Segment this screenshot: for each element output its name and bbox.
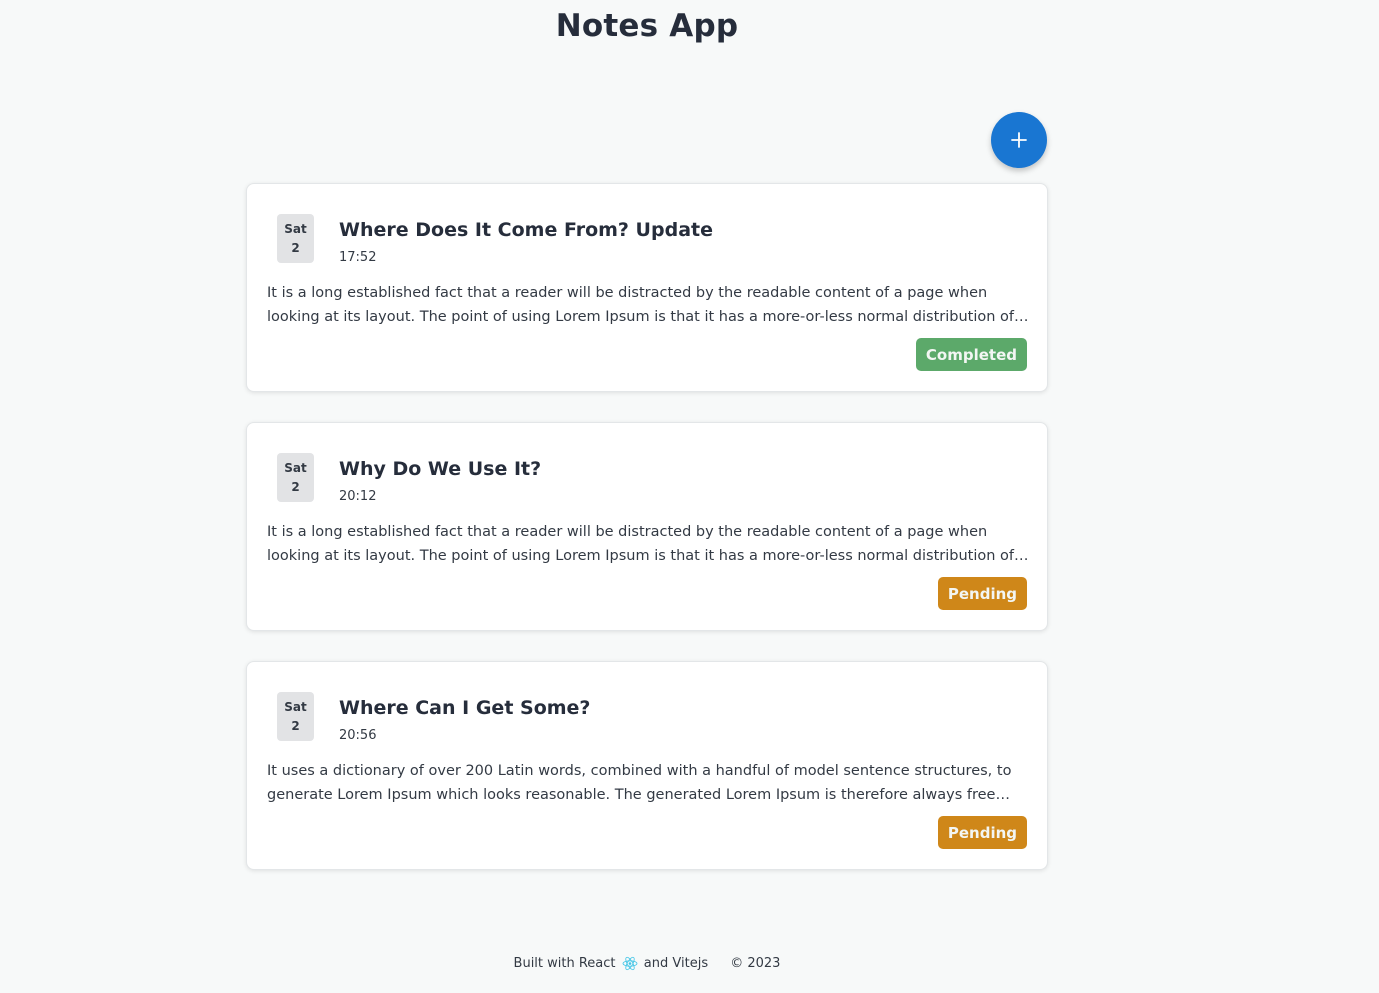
note-time: 17:52 [339, 250, 377, 265]
date-badge: Sat 2 [277, 453, 314, 502]
note-title: Where Does It Come From? Update [339, 219, 713, 241]
date-number: 2 [291, 240, 300, 255]
status-badge[interactable]: Pending [937, 816, 1027, 849]
note-card[interactable]: Sat 2 Why Do We Use It? 20:12 It is a lo… [246, 422, 1048, 631]
footer-and-vitejs: and Vitejs [643, 956, 709, 971]
date-number: 2 [291, 718, 300, 733]
date-badge: Sat 2 [277, 214, 314, 263]
footer-built-with: Built with React [513, 956, 616, 971]
date-day: Sat [284, 221, 307, 236]
add-note-button[interactable] [991, 112, 1047, 168]
note-time: 20:12 [339, 489, 377, 504]
footer: Built with React and Vitejs © 2023 [0, 956, 1294, 971]
plus-icon [1011, 132, 1027, 148]
note-body: It uses a dictionary of over 200 Latin w… [267, 763, 1012, 803]
footer-copyright: © 2023 [730, 956, 781, 971]
note-title: Why Do We Use It? [339, 458, 542, 480]
note-card[interactable]: Sat 2 Where Does It Come From? Update 17… [246, 183, 1048, 392]
date-day: Sat [284, 699, 307, 714]
status-badge[interactable]: Completed [915, 338, 1027, 371]
date-day: Sat [284, 460, 307, 475]
notes-list: Sat 2 Where Does It Come From? Update 17… [246, 183, 1048, 900]
page-title: Notes App [555, 8, 739, 44]
note-card[interactable]: Sat 2 Where Can I Get Some? 20:56 It use… [246, 661, 1048, 870]
note-body: It is a long established fact that a rea… [267, 524, 1014, 564]
react-logo-icon [622, 956, 638, 971]
note-time: 20:56 [339, 728, 377, 743]
date-badge: Sat 2 [277, 692, 314, 741]
status-badge[interactable]: Pending [937, 577, 1027, 610]
date-number: 2 [291, 479, 300, 494]
note-title: Where Can I Get Some? [339, 697, 591, 719]
note-body: It is a long established fact that a rea… [267, 285, 1014, 325]
